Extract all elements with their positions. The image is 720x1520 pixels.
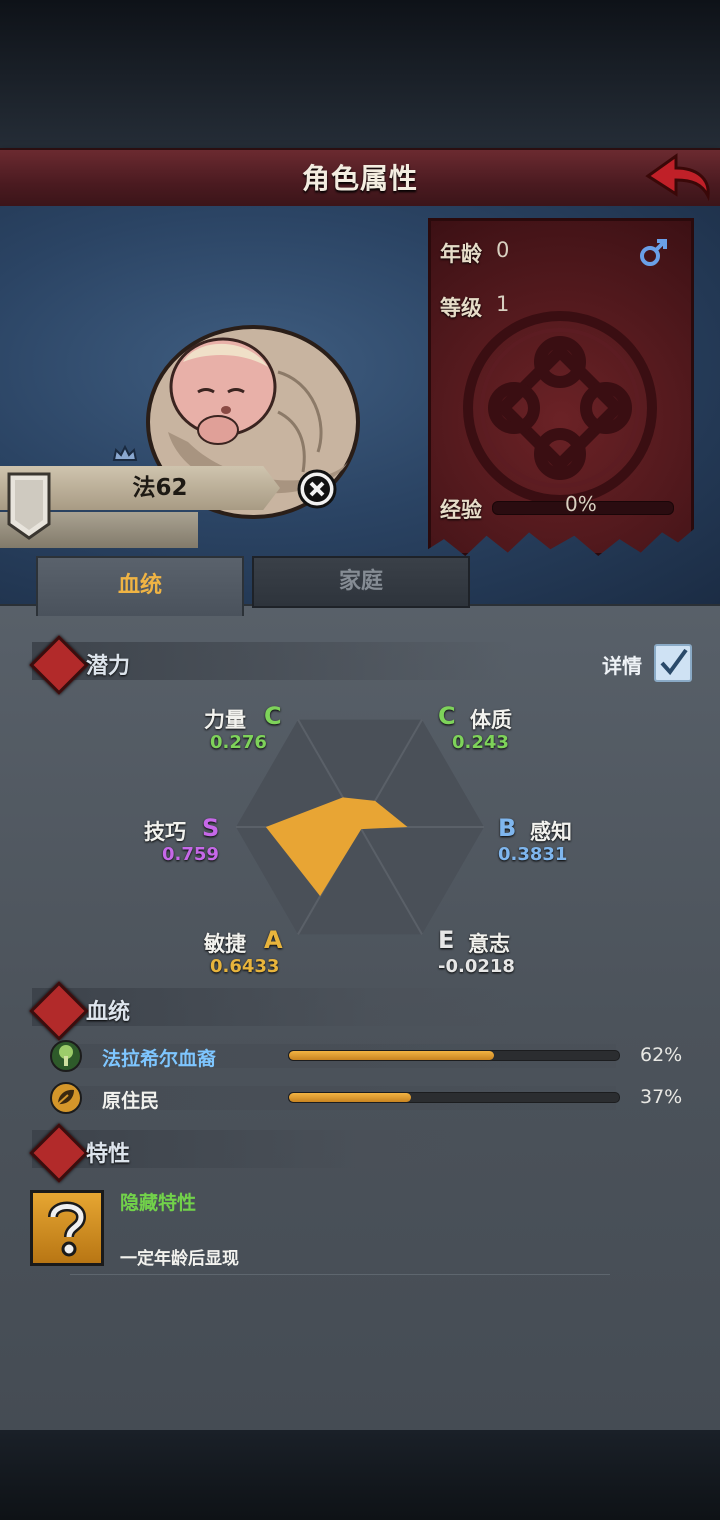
stat-perception-value: 0.3831	[498, 844, 568, 865]
potential-title: 潜力	[86, 654, 131, 679]
bloodline-percent: 37%	[640, 1086, 683, 1108]
bloodline-name: 原住民	[102, 1090, 160, 1112]
header-banner: 角色属性	[0, 148, 720, 211]
stat-will-value: -0.0218	[438, 956, 515, 977]
bloodline-percent: 62%	[640, 1044, 683, 1066]
leaf-icon	[50, 1082, 82, 1114]
stat-skill-name: 技巧	[144, 820, 186, 844]
exp-value: 0%	[565, 492, 597, 516]
back-arrow-icon	[645, 153, 710, 202]
age-value: 0	[496, 238, 510, 262]
stat-will-grade: E	[438, 926, 455, 954]
stat-perception-name: 感知	[530, 820, 572, 844]
stat-skill-grade: S	[202, 814, 220, 842]
bloodline-bar-fill	[289, 1093, 412, 1102]
stat-strength-value: 0.276	[210, 732, 267, 753]
tree-icon	[50, 1040, 82, 1072]
stat-agility-value: 0.6433	[210, 956, 280, 977]
stat-agility-name: 敏捷	[204, 932, 246, 956]
stat-agility-grade: A	[264, 926, 283, 954]
question-icon[interactable]	[30, 1190, 104, 1266]
bloodline-name: 法拉希尔血裔	[102, 1048, 217, 1070]
tab-bloodline[interactable]: 血统	[36, 556, 244, 616]
traits-title: 特性	[86, 1142, 131, 1167]
bloodline-bar-fill	[289, 1051, 494, 1060]
tab-family[interactable]: 家庭	[252, 556, 470, 608]
stat-perception-grade: B	[498, 814, 517, 842]
crown-icon	[112, 444, 138, 461]
stat-strength-grade: C	[264, 702, 282, 730]
details-label: 详情	[602, 654, 642, 678]
trait-name: 隐藏特性	[120, 1192, 197, 1214]
page-title: 角色属性	[301, 162, 418, 195]
divider	[70, 1274, 610, 1275]
trait-description: 一定年龄后显现	[120, 1249, 239, 1269]
celtic-knot-icon	[463, 311, 657, 505]
level-label: 等级	[440, 296, 482, 320]
stat-will-name: 意志	[468, 932, 510, 956]
stat-skill-value: 0.759	[162, 844, 219, 865]
age-label: 年龄	[440, 242, 482, 266]
stat-strength-name: 力量	[204, 708, 246, 732]
details-checkbox[interactable]	[654, 644, 692, 682]
stat-constitution-value: 0.243	[452, 732, 509, 753]
bloodline-bar	[288, 1092, 620, 1103]
close-icon[interactable]	[296, 468, 338, 510]
top-background	[0, 0, 720, 150]
stat-constitution-name: 体质	[470, 708, 512, 732]
stat-constitution-grade: C	[438, 702, 456, 730]
exp-label: 经验	[440, 498, 482, 522]
character-name: 法62	[132, 475, 188, 501]
shield-icon	[7, 472, 51, 540]
back-button[interactable]	[640, 150, 716, 204]
bottom-bar	[0, 1430, 720, 1520]
male-icon	[640, 239, 667, 266]
bloodline-title: 血统	[86, 1000, 131, 1025]
bloodline-bar	[288, 1050, 620, 1061]
level-value: 1	[496, 292, 510, 316]
